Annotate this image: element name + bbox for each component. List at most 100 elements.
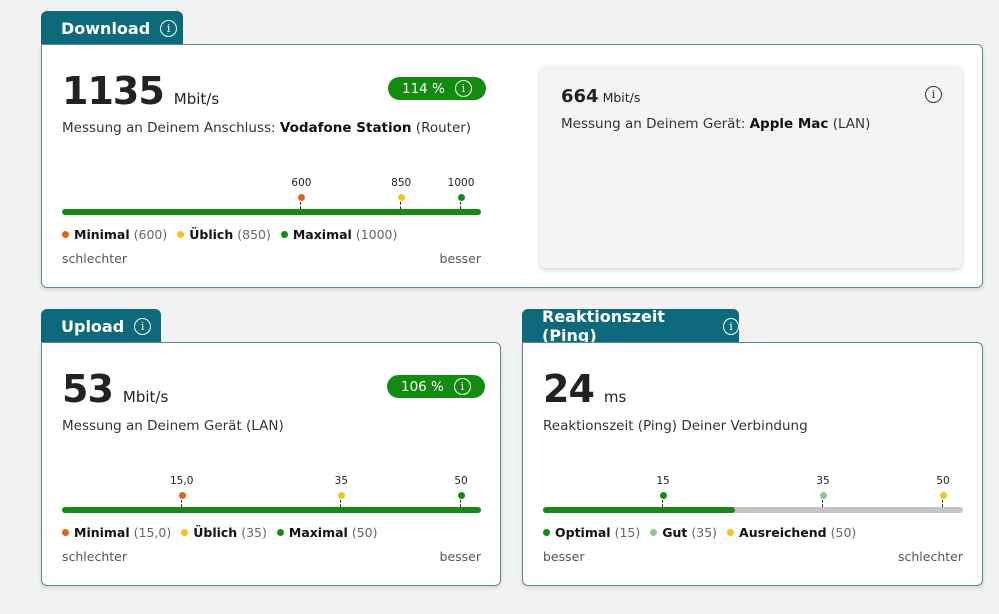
legend-dot [62, 529, 69, 536]
download-unit: Mbit/s [173, 90, 220, 108]
subtitle-prefix: Messung an Deinem Gerät: [561, 116, 750, 132]
legend-item: Optimal (15) [543, 525, 640, 540]
download-percent-badge: 114 % i [388, 77, 486, 100]
download-title: Download [61, 18, 151, 38]
legend-item: Minimal (600) [62, 227, 167, 242]
marker-label: 50 [454, 475, 468, 487]
legend-dot [727, 529, 735, 536]
scale-legend: Minimal (600) Üblich (850) Maximal (1000) [62, 227, 397, 242]
legend-dot [650, 529, 658, 536]
scale-bar [62, 507, 481, 513]
info-icon[interactable]: i [454, 80, 472, 97]
legend-value: (15) [614, 525, 641, 540]
right-label: besser [439, 549, 481, 564]
left-label: besser [543, 549, 585, 564]
legend-value: (1000) [355, 227, 398, 242]
download-tab: Download i [41, 11, 183, 45]
info-icon[interactable]: i [160, 19, 178, 37]
legend-value: (600) [133, 227, 168, 242]
info-icon[interactable]: i [453, 378, 471, 395]
info-icon[interactable]: i [723, 317, 739, 335]
upload-subtitle: Messung an Deinem Gerät (LAN) [62, 418, 284, 434]
marker-label: 35 [334, 475, 349, 487]
upload-scale: 15,0 35 50 Minimal (15,0) Üblich (35) Maximal… [62, 475, 481, 577]
marker-dot [178, 492, 186, 499]
legend-value: (50) [830, 525, 857, 540]
marker-label: 1000 [447, 177, 475, 189]
subtitle-suffix: (LAN) [828, 116, 871, 132]
ping-scale: 15 35 50 Optimal (15) Gut (35) Ausreichend (5… [543, 475, 963, 577]
legend-item: Üblich (850) [177, 227, 271, 242]
subtitle-device: Apple Mac [749, 116, 829, 132]
marker-tick [400, 202, 402, 209]
legend-name: Minimal [74, 525, 130, 540]
subtitle-device: Vodafone Station [279, 120, 412, 136]
scale-legend: Minimal (15,0) Üblich (35) Maximal (50) [62, 525, 378, 540]
marker-label: 15 [656, 475, 670, 487]
device-unit: Mbit/s [602, 90, 641, 105]
scale-ends: schlechter besser [62, 251, 481, 266]
scale-bar [543, 507, 963, 513]
legend-dot [276, 529, 284, 536]
scale-legend: Optimal (15) Gut (35) Ausreichend (50) [543, 525, 856, 540]
legend-dot [177, 231, 185, 238]
legend-value: (35) [241, 525, 267, 540]
marker-dot [660, 492, 667, 499]
marker-label: 850 [391, 177, 412, 189]
info-icon[interactable]: i [925, 86, 942, 103]
legend-name: Ausreichend [739, 525, 827, 540]
percent-value: 106 % [401, 378, 444, 395]
marker-dot [458, 492, 466, 499]
marker-dot [940, 492, 947, 499]
ping-value: 24 [543, 367, 595, 411]
marker-dot [398, 194, 406, 201]
left-label: schlechter [62, 549, 127, 564]
upload-percent-badge: 106 % i [387, 375, 485, 398]
marker-dot [338, 492, 346, 499]
upload-speed: 53 Mbit/s [62, 367, 168, 411]
download-scale: 600 850 1000 Minimal (600) Üblich (850) Maxim… [62, 177, 481, 279]
legend-dot [181, 529, 189, 536]
marker-tick [942, 500, 944, 507]
percent-value: 114 % [402, 80, 445, 97]
ping-tab: Reaktionszeit (Ping) i [522, 307, 739, 345]
marker-dot [458, 194, 466, 201]
download-card: 1135 Mbit/s 114 % i Messung an Deinem Ansc… [41, 44, 983, 288]
ping-unit: ms [603, 388, 627, 406]
marker-label: 50 [936, 475, 950, 487]
upload-card: 53 Mbit/s 106 % i Messung an Deinem Gerät … [41, 342, 501, 586]
legend-name: Gut [662, 525, 688, 540]
marker-tick [340, 500, 342, 507]
legend-name: Optimal [555, 525, 611, 540]
legend-name: Maximal [288, 525, 348, 540]
marker-dot [819, 492, 827, 499]
legend-value: (35) [691, 525, 718, 540]
legend-name: Maximal [292, 227, 352, 242]
upload-value: 53 [62, 367, 114, 411]
download-value: 1135 [62, 69, 165, 113]
download-speed: 1135 Mbit/s [62, 69, 219, 113]
download-subtitle: Messung an Deinem Anschluss: Vodafone St… [62, 120, 471, 136]
marker-tick [460, 500, 462, 507]
device-value: 664 [561, 86, 599, 107]
device-speed: 664 Mbit/s [561, 86, 640, 107]
upload-unit: Mbit/s [122, 388, 169, 406]
left-label: schlechter [62, 251, 127, 266]
info-icon[interactable]: i [134, 317, 152, 335]
scale-ends: schlechter besser [62, 549, 481, 564]
marker-tick [300, 202, 302, 209]
subtitle-suffix: (Router) [411, 120, 472, 136]
legend-dot [280, 231, 288, 238]
right-label: besser [439, 251, 481, 266]
ping-card: 24 ms Reaktionszeit (Ping) Deiner Verbind… [522, 342, 983, 586]
legend-dot [543, 529, 550, 536]
marker-label: 600 [291, 177, 312, 189]
legend-item: Maximal (1000) [280, 227, 398, 242]
subtitle-prefix: Messung an Deinem Anschluss: [62, 120, 280, 136]
ping-speed: 24 ms [543, 367, 626, 411]
legend-item: Ausreichend (50) [727, 525, 856, 540]
marker-label: 35 [816, 475, 830, 487]
ping-title: Reaktionszeit (Ping) [542, 307, 665, 345]
marker-dot [298, 194, 306, 201]
device-measurement-panel: 664 Mbit/s i Messung an Deinem Gerät: App… [540, 66, 962, 268]
